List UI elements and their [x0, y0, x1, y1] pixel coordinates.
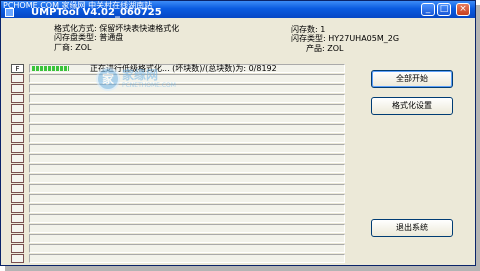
device-checkbox[interactable] [11, 94, 24, 103]
list-item [11, 84, 345, 93]
device-checkbox[interactable] [11, 204, 24, 213]
start-all-button[interactable]: 全部开始 [371, 70, 453, 88]
list-item [11, 154, 345, 163]
app-window: PCHOME.COM 家缘网 中关村在线湖南站 UMPTool V4.02_06… [0, 0, 476, 266]
flash-type-label: 闪存类型: HY27UHA05M_2G [291, 34, 400, 43]
vendor-label: 厂商: ZOL [54, 43, 92, 52]
close-button[interactable]: × [456, 3, 470, 16]
device-progress-bar [29, 104, 345, 113]
window-title: UMPTool V4.02_060725 [31, 7, 162, 18]
device-checkbox[interactable] [11, 254, 24, 263]
device-progress-bar [29, 214, 345, 223]
disk-type-label: 闪存盘类型: 普通盘 [54, 33, 124, 42]
device-checkbox[interactable] [11, 104, 24, 113]
device-progress-bar [29, 194, 345, 203]
list-item [11, 244, 345, 253]
device-checkbox[interactable] [11, 124, 24, 133]
device-checkbox[interactable] [11, 194, 24, 203]
exit-button[interactable]: 退出系统 [371, 219, 453, 237]
device-progress-bar: 正在进行低级格式化... (坏块数)/(总块数)为: 0/8192 [29, 64, 345, 73]
list-item [11, 234, 345, 243]
title-bar[interactable]: PCHOME.COM 家缘网 中关村在线湖南站 UMPTool V4.02_06… [1, 1, 475, 18]
list-item [11, 124, 345, 133]
product-label: 产品: ZOL [306, 44, 344, 53]
device-progress-bar [29, 244, 345, 253]
list-header-row: F 正在进行低级格式化... (坏块数)/(总块数)为: 0/8192 [11, 64, 345, 73]
list-item [11, 204, 345, 213]
list-item [11, 194, 345, 203]
device-progress-bar [29, 134, 345, 143]
device-progress-bar [29, 144, 345, 153]
device-checkbox[interactable] [11, 244, 24, 253]
device-progress-bar [29, 94, 345, 103]
list-item [11, 74, 345, 83]
list-item [11, 174, 345, 183]
list-item [11, 214, 345, 223]
info-panel: 格式化方式: 保留坏块表快速格式化 闪存数: 1 闪存盘类型: 普通盘 闪存类型… [6, 20, 471, 56]
list-item [11, 134, 345, 143]
list-item [11, 224, 345, 233]
list-item [11, 144, 345, 153]
device-list: F 正在进行低级格式化... (坏块数)/(总块数)为: 0/8192 [11, 64, 345, 263]
device-progress-bar [29, 114, 345, 123]
app-icon [5, 8, 14, 17]
device-checkbox[interactable] [11, 164, 24, 173]
device-progress-bar [29, 224, 345, 233]
device-progress-bar [29, 74, 345, 83]
list-item [11, 114, 345, 123]
device-progress-bar [29, 84, 345, 93]
list-item [11, 104, 345, 113]
device-progress-bar [29, 204, 345, 213]
device-checkbox[interactable] [11, 154, 24, 163]
device-progress-bar [29, 154, 345, 163]
device-checkbox[interactable] [11, 224, 24, 233]
device-progress-bar [29, 174, 345, 183]
list-item [11, 184, 345, 193]
device-progress-bar [29, 164, 345, 173]
list-item [11, 254, 345, 263]
device-checkbox[interactable] [11, 74, 24, 83]
watermark-sub: PCNETHOME.COM [122, 82, 176, 89]
device-progress-bar [29, 234, 345, 243]
device-checkbox[interactable] [11, 174, 24, 183]
progress-fill [32, 66, 69, 71]
device-checkbox[interactable] [11, 234, 24, 243]
watermark-logo: 家 [96, 67, 120, 91]
device-progress-bar [29, 254, 345, 263]
maximize-button[interactable]: □ [437, 3, 451, 16]
minimize-button[interactable]: _ [421, 3, 435, 16]
device-checkbox[interactable] [11, 114, 24, 123]
watermark-text: 家缘网 [122, 68, 159, 82]
device-progress-bar [29, 124, 345, 133]
list-item [11, 164, 345, 173]
list-item [11, 94, 345, 103]
device-checkbox[interactable] [11, 84, 24, 93]
device-checkbox[interactable] [11, 144, 24, 153]
device-checkbox[interactable] [11, 184, 24, 193]
device-progress-bar [29, 184, 345, 193]
format-settings-button[interactable]: 格式化设置 [371, 97, 453, 115]
device-checkbox[interactable] [11, 214, 24, 223]
device-checkbox[interactable] [11, 134, 24, 143]
header-checkbox[interactable]: F [11, 64, 24, 73]
